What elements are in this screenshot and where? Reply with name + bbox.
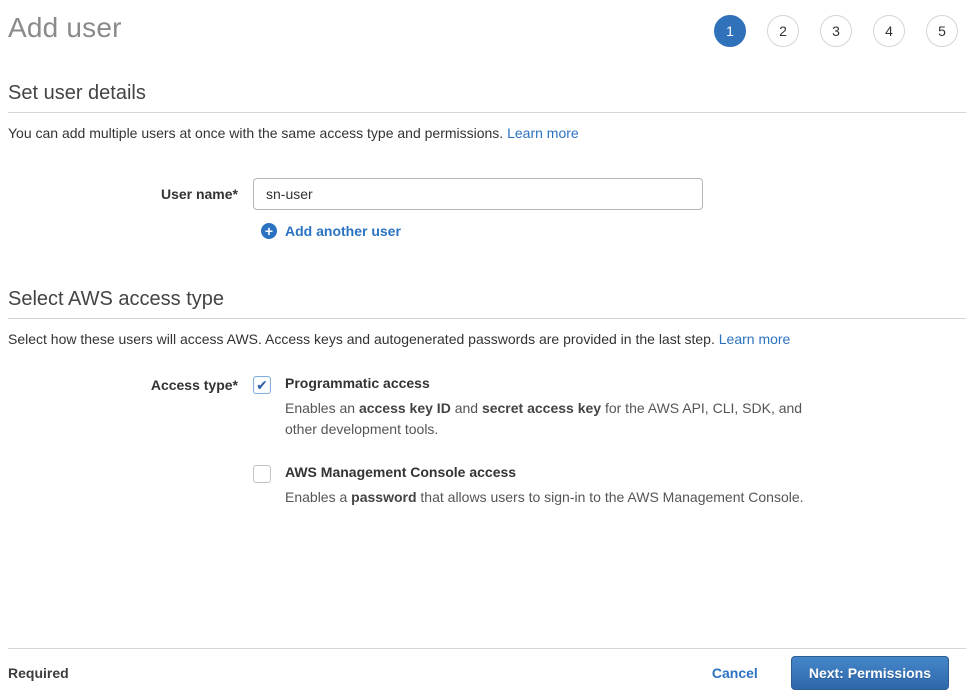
access-type-description-text: Select how these users will access AWS. …: [8, 331, 715, 347]
console-access-description: Enables a password that allows users to …: [285, 487, 804, 508]
cancel-button[interactable]: Cancel: [712, 665, 758, 681]
programmatic-access-text: Programmatic access Enables an access ke…: [285, 375, 812, 440]
required-label: Required: [8, 665, 69, 681]
wizard-step-4: 4: [873, 15, 905, 47]
desc-text: and: [451, 400, 482, 416]
section-heading-access-type: Select AWS access type: [8, 288, 966, 319]
user-name-label: User name*: [8, 186, 238, 202]
wizard-step-indicator: 1 2 3 4 5: [714, 15, 958, 47]
wizard-step-5: 5: [926, 15, 958, 47]
access-type-description: Select how these users will access AWS. …: [8, 330, 966, 348]
user-details-description-text: You can add multiple users at once with …: [8, 125, 503, 141]
add-another-user-label: Add another user: [285, 223, 401, 239]
section-heading-user-details: Set user details: [8, 82, 966, 113]
desc-text: that allows users to sign-in to the AWS …: [417, 489, 804, 505]
learn-more-link-access-type[interactable]: Learn more: [719, 331, 791, 347]
console-access-text: AWS Management Console access Enables a …: [285, 464, 804, 508]
programmatic-access-description: Enables an access key ID and secret acce…: [285, 398, 812, 440]
page-header: Add user 1 2 3 4 5: [0, 0, 974, 47]
checkmark-icon: ✔: [256, 377, 268, 394]
wizard-step-2: 2: [767, 15, 799, 47]
console-access-title: AWS Management Console access: [285, 464, 804, 480]
user-name-row: User name*: [8, 178, 966, 210]
desc-text: Enables a: [285, 489, 351, 505]
add-another-user-button[interactable]: + Add another user: [261, 223, 966, 239]
user-name-input[interactable]: [253, 178, 703, 210]
programmatic-access-title: Programmatic access: [285, 375, 812, 391]
access-type-options: ✔ Programmatic access Enables an access …: [253, 375, 812, 508]
option-programmatic-access: ✔ Programmatic access Enables an access …: [253, 375, 812, 440]
plus-icon: +: [261, 223, 277, 239]
page-title: Add user: [8, 12, 122, 44]
access-type-label: Access type*: [8, 375, 238, 508]
console-access-checkbox[interactable]: [253, 465, 271, 483]
learn-more-link-user-details[interactable]: Learn more: [507, 125, 579, 141]
wizard-step-1: 1: [714, 15, 746, 47]
access-type-row: Access type* ✔ Programmatic access Enabl…: [8, 375, 966, 508]
desc-bold: secret access key: [482, 400, 601, 416]
programmatic-access-checkbox[interactable]: ✔: [253, 376, 271, 394]
footer-content: Required Cancel Next: Permissions: [0, 649, 974, 697]
main-content: Set user details You can add multiple us…: [0, 82, 974, 508]
desc-text: Enables an: [285, 400, 359, 416]
desc-bold: password: [351, 489, 416, 505]
user-details-description: You can add multiple users at once with …: [8, 124, 966, 142]
option-console-access: AWS Management Console access Enables a …: [253, 464, 812, 508]
wizard-footer: Required Cancel Next: Permissions: [0, 648, 974, 697]
wizard-step-3: 3: [820, 15, 852, 47]
next-permissions-button[interactable]: Next: Permissions: [791, 656, 949, 690]
footer-actions: Cancel Next: Permissions: [712, 656, 949, 690]
desc-bold: access key ID: [359, 400, 451, 416]
